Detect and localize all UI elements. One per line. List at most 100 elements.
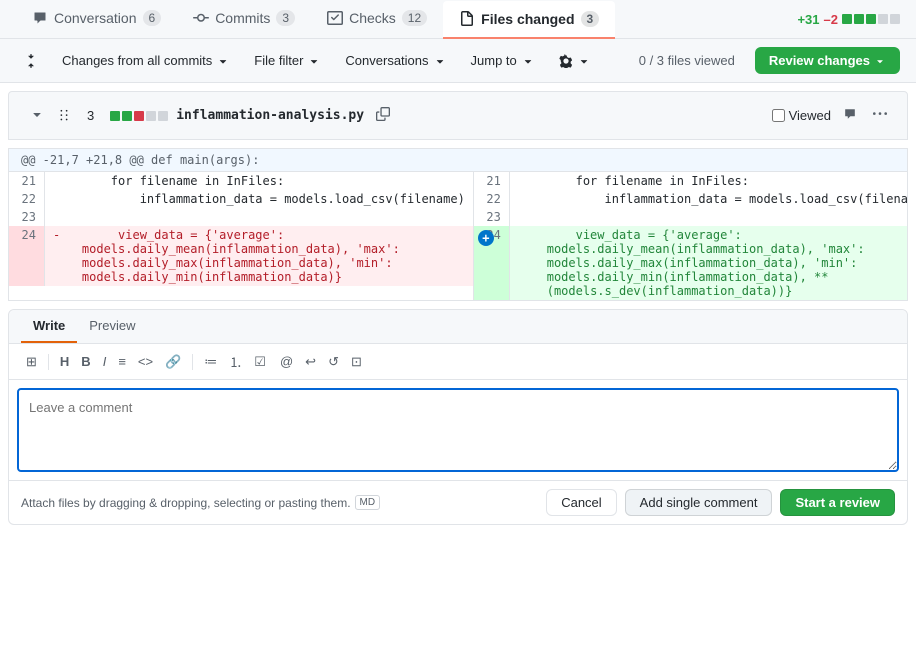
chevron-down-icon-4 (521, 54, 535, 68)
comment-input-wrapper (17, 388, 899, 472)
files-icon (459, 11, 475, 27)
settings-button[interactable] (551, 50, 599, 72)
drag-icon (57, 109, 71, 123)
additions-stat: +31 (797, 12, 819, 27)
comment-textarea[interactable] (19, 390, 897, 470)
format-bold-button[interactable]: B (76, 352, 95, 371)
line-content-left-23 (45, 208, 473, 226)
collapse-all-button[interactable] (16, 50, 46, 72)
stat-block-4 (878, 14, 888, 24)
viewed-label: Viewed (789, 108, 831, 123)
hunk-header-text: @@ -21,7 +21,8 @@ def main(args): (21, 153, 259, 167)
format-link-button[interactable]: 🔗 (160, 352, 186, 372)
start-review-button[interactable]: Start a review (780, 489, 895, 516)
chevron-down-icon-3 (433, 54, 447, 68)
start-review-label: Start a review (795, 495, 880, 510)
file-name: inflammation-analysis.py (176, 108, 364, 123)
diff-rows: 21 for filename in InFiles: 22 inflammat… (9, 172, 907, 300)
tab-preview[interactable]: Preview (77, 310, 147, 343)
attach-info-text: Attach files by dragging & dropping, sel… (21, 496, 351, 510)
diff-sq-4 (146, 111, 156, 121)
format-unordered-list-button[interactable]: ≔ (199, 352, 222, 372)
line-num-left-23: 23 (9, 208, 45, 226)
diff-row-left-21: 21 for filename in InFiles: (9, 172, 473, 190)
line-content-right-21: for filename in InFiles: (510, 172, 908, 190)
diff-sq-3 (134, 111, 144, 121)
diff-sq-1 (110, 111, 120, 121)
checks-icon (327, 10, 343, 26)
format-strikethrough-button[interactable]: ⊡ (346, 352, 367, 372)
format-code-button[interactable]: <> (133, 352, 158, 371)
add-comment-inline-button[interactable]: + (478, 230, 494, 246)
comment-file-button[interactable] (839, 105, 861, 126)
format-attachment-button[interactable]: ⊞ (21, 352, 42, 372)
review-changes-button[interactable]: Review changes (755, 47, 900, 74)
files-viewed-count: 0 / 3 files viewed (639, 53, 735, 68)
format-reference-button[interactable]: ↩ (300, 352, 321, 372)
tab-commits[interactable]: Commits 3 (177, 0, 311, 38)
copy-icon (376, 107, 390, 121)
write-tab-label: Write (33, 318, 65, 333)
comment-footer-info: Attach files by dragging & dropping, sel… (21, 495, 380, 510)
tab-checks-badge: 12 (402, 10, 427, 26)
comment-footer: Attach files by dragging & dropping, sel… (9, 480, 907, 524)
jump-to-button[interactable]: Jump to (463, 49, 543, 72)
format-ordered-list-button[interactable]: ⒈ (224, 350, 247, 373)
diff-hunk-header: @@ -21,7 +21,8 @@ def main(args): (9, 148, 907, 172)
diff-container: @@ -21,7 +21,8 @@ def main(args): 21 for… (8, 148, 908, 301)
line-num-left-21: 21 (9, 172, 45, 190)
line-num-left-22: 22 (9, 190, 45, 208)
viewed-checkbox[interactable] (772, 109, 785, 122)
diff-right-col: 21 for filename in InFiles: 22 inflammat… (474, 172, 908, 300)
files-toolbar: Changes from all commits File filter Con… (0, 39, 916, 83)
diff-stats-summary: +31 –2 (797, 12, 900, 27)
file-filter-button[interactable]: File filter (246, 49, 329, 72)
cancel-button[interactable]: Cancel (546, 489, 616, 516)
commits-filter-button[interactable]: Changes from all commits (54, 49, 238, 72)
chevron-down-icon-5 (577, 54, 591, 68)
diff-row-right-21: 21 for filename in InFiles: (474, 172, 908, 190)
add-single-comment-button[interactable]: Add single comment (625, 489, 773, 516)
format-mention-button[interactable]: @ (275, 352, 298, 371)
preview-tab-label: Preview (89, 318, 135, 333)
more-options-button[interactable] (869, 105, 891, 126)
diff-row-left-22: 22 inflammation_data = models.load_csv(f… (9, 190, 473, 208)
file-count: 3 (87, 108, 94, 123)
tab-commits-badge: 3 (276, 10, 295, 26)
comment-tabs: Write Preview (9, 310, 907, 344)
tab-files-changed[interactable]: Files changed 3 (443, 1, 615, 39)
comment-format-toolbar: ⊞ H B I ≡ <> 🔗 ≔ ⒈ ☑ @ ↩ ↺ ⊡ (9, 344, 907, 380)
diff-row-right-23: 23 (474, 208, 908, 226)
tab-write[interactable]: Write (21, 310, 77, 343)
format-undo-button[interactable]: ↺ (323, 352, 344, 372)
conversations-label: Conversations (345, 53, 428, 68)
format-task-list-button[interactable]: ☑ (249, 352, 271, 372)
comment-action-buttons: Cancel Add single comment Start a review (546, 489, 895, 516)
line-num-right-24: 24 + (474, 226, 510, 300)
review-changes-label: Review changes (769, 53, 870, 68)
line-content-left-21: for filename in InFiles: (45, 172, 473, 190)
tab-files-changed-label: Files changed (481, 11, 574, 27)
format-quote-button[interactable]: ≡ (113, 352, 131, 371)
stat-block-1 (842, 14, 852, 24)
jump-to-label: Jump to (471, 53, 517, 68)
format-heading-button[interactable]: H (55, 352, 74, 371)
format-italic-button[interactable]: I (98, 352, 112, 371)
commits-icon (193, 10, 209, 26)
comment-area: Write Preview ⊞ H B I ≡ <> 🔗 ≔ ⒈ ☑ @ ↩ ↺… (8, 309, 908, 525)
tab-checks[interactable]: Checks 12 (311, 0, 443, 38)
tab-conversation-badge: 6 (143, 10, 162, 26)
viewed-checkbox-label[interactable]: Viewed (772, 108, 831, 123)
diff-sq-2 (122, 111, 132, 121)
tab-conversation[interactable]: Conversation 6 (16, 0, 177, 38)
line-num-left-24: 24 (9, 226, 45, 286)
line-num-right-23: 23 (474, 208, 510, 226)
collapse-icon (24, 54, 38, 68)
collapse-file-button[interactable] (25, 104, 49, 127)
tab-bar: Conversation 6 Commits 3 Checks 12 Files… (0, 0, 916, 39)
file-diff-stats (110, 111, 168, 121)
tab-conversation-label: Conversation (54, 10, 137, 26)
copy-path-button[interactable] (372, 105, 394, 126)
cancel-label: Cancel (561, 495, 601, 510)
conversations-button[interactable]: Conversations (337, 49, 454, 72)
